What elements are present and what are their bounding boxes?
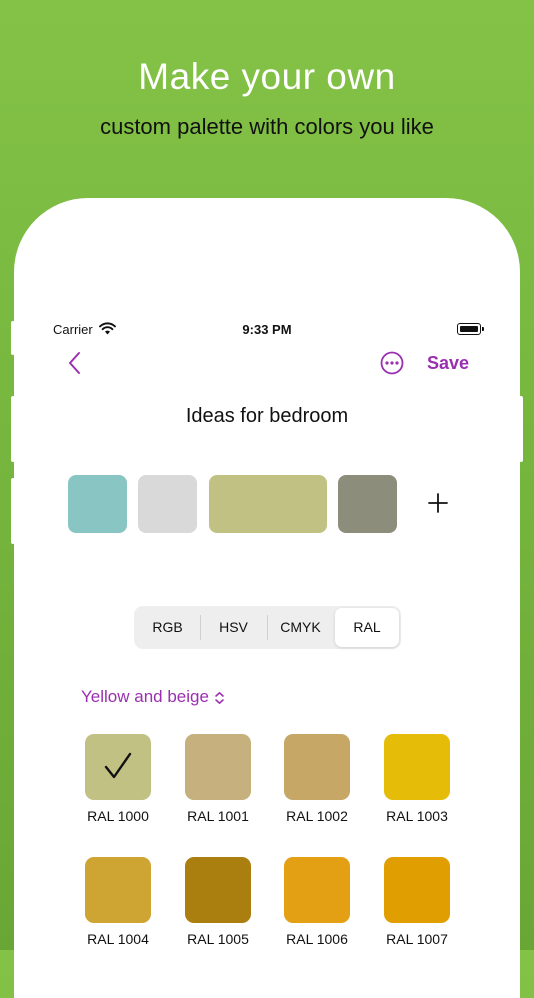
ral-color-label: RAL 1003: [386, 808, 448, 824]
ral-color-item[interactable]: RAL 1006: [267, 857, 367, 947]
ral-color-tile: [284, 857, 350, 923]
add-color-icon[interactable]: [426, 491, 450, 515]
color-mode-selector: RGB HSV CMYK RAL: [134, 606, 401, 649]
ral-color-label: RAL 1000: [87, 808, 149, 824]
ral-color-label: RAL 1006: [286, 931, 348, 947]
promo-subline: custom palette with colors you like: [100, 114, 434, 139]
palette-swatch[interactable]: [338, 475, 397, 533]
ral-color-label: RAL 1004: [87, 931, 149, 947]
status-bar: Carrier 9:33 PM: [0, 322, 534, 338]
ral-color-tile: [284, 734, 350, 800]
promo-headline: Make your own: [138, 56, 396, 97]
ral-color-item[interactable]: RAL 1004: [68, 857, 168, 947]
ral-color-label: RAL 1001: [187, 808, 249, 824]
tab-hsv[interactable]: HSV: [201, 608, 266, 647]
category-dropdown[interactable]: Yellow and beige: [81, 687, 225, 707]
palette-swatch[interactable]: [138, 475, 197, 533]
ral-color-tile: [384, 857, 450, 923]
ral-color-tile: [384, 734, 450, 800]
tab-cmyk[interactable]: CMYK: [268, 608, 333, 647]
chevron-up-down-icon: [215, 691, 224, 704]
ral-color-label: RAL 1007: [386, 931, 448, 947]
ral-color-item[interactable]: RAL 1002: [267, 734, 367, 824]
category-label: Yellow and beige: [81, 687, 209, 706]
palette-swatch[interactable]: [209, 475, 327, 533]
palette-title[interactable]: Ideas for bedroom: [0, 405, 534, 428]
ral-color-tile: [85, 734, 151, 800]
back-chevron-icon[interactable]: [64, 350, 86, 376]
checkmark-icon: [104, 752, 132, 779]
ral-color-item[interactable]: RAL 1000: [68, 734, 168, 824]
ral-color-item[interactable]: RAL 1007: [367, 857, 467, 947]
ral-color-item[interactable]: RAL 1001: [168, 734, 268, 824]
save-button[interactable]: Save: [427, 353, 469, 374]
ral-color-item[interactable]: RAL 1003: [367, 734, 467, 824]
palette-swatch[interactable]: [68, 475, 127, 533]
tab-rgb[interactable]: RGB: [136, 608, 199, 647]
ral-color-tile: [185, 734, 251, 800]
ral-color-label: RAL 1002: [286, 808, 348, 824]
ral-color-tile: [185, 857, 251, 923]
ral-color-label: RAL 1005: [187, 931, 249, 947]
tab-ral[interactable]: RAL: [335, 608, 399, 647]
ral-color-tile: [85, 857, 151, 923]
battery-icon: [457, 323, 484, 335]
ral-color-item[interactable]: RAL 1005: [168, 857, 268, 947]
more-options-icon[interactable]: [380, 351, 404, 375]
clock: 9:33 PM: [242, 322, 292, 337]
